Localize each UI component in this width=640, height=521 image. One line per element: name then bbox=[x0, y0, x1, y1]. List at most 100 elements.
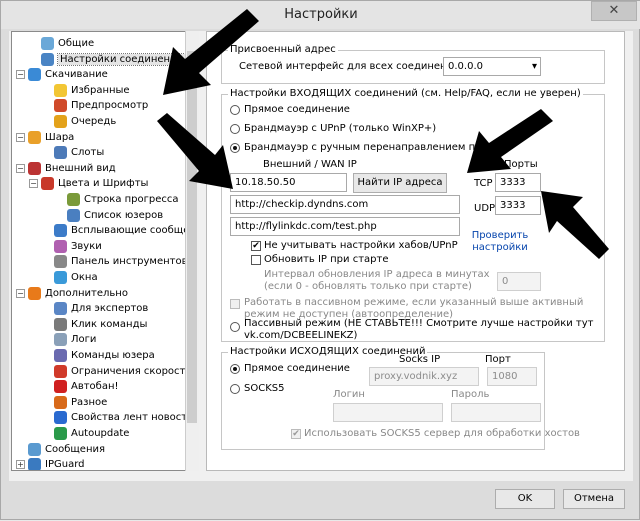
password-input[interactable] bbox=[451, 403, 541, 422]
tree-item-label: Для экспертов bbox=[71, 303, 149, 315]
tree-item-icon bbox=[54, 115, 67, 128]
tree-item[interactable]: Для экспертов bbox=[42, 301, 148, 316]
tree-item-icon bbox=[54, 333, 67, 347]
tree-item-label: Автобан! bbox=[71, 381, 119, 393]
tree-item-icon bbox=[41, 52, 54, 66]
socks-port-input[interactable]: 1080 bbox=[487, 367, 537, 386]
tree-item[interactable]: Разное bbox=[42, 395, 107, 410]
passive-mode-radio[interactable] bbox=[230, 322, 240, 332]
title-bar: Настройки ✕ bbox=[1, 1, 640, 29]
tree-item-label: Общие bbox=[58, 38, 95, 49]
tree-item[interactable]: − Цвета и Шрифты bbox=[29, 176, 148, 191]
tree-item-icon bbox=[28, 161, 41, 175]
tree-item-label: Окна bbox=[71, 272, 98, 283]
tree-item-icon bbox=[54, 239, 67, 253]
ok-button[interactable]: OK bbox=[495, 489, 555, 509]
tree-item-label: IPGuard bbox=[45, 459, 85, 471]
chevron-down-icon: ▾ bbox=[531, 61, 537, 72]
passive-mode-label-line1: Пассивный режим (НЕ СТАВЬТЕ!!! Смотрите … bbox=[244, 318, 594, 329]
manual-ports-radio[interactable] bbox=[230, 143, 240, 153]
tree-item[interactable]: Сообщения bbox=[16, 442, 105, 457]
tree-item[interactable]: Окна bbox=[42, 270, 98, 285]
tree-item-label: Очередь bbox=[71, 116, 117, 127]
tree-item-icon bbox=[54, 349, 67, 362]
tree-expander-icon[interactable]: − bbox=[16, 132, 25, 142]
tree-item[interactable]: Команды юзера bbox=[42, 348, 155, 363]
tree-item-icon bbox=[54, 255, 67, 269]
tree-item[interactable]: Всплывающие сообщен bbox=[42, 223, 196, 238]
tree-item[interactable]: Клик команды bbox=[42, 317, 147, 332]
tree-item-label: Панель инструментов bbox=[71, 256, 188, 268]
tree-item[interactable]: Предпросмотр bbox=[42, 98, 148, 113]
update-ip-label: Обновить IP при старте bbox=[264, 254, 389, 265]
tree-item[interactable]: Свойства лент новостей bbox=[42, 410, 197, 425]
tree-item-label: Клик команды bbox=[71, 318, 148, 330]
direct-incoming-label: Прямое соединение bbox=[244, 104, 350, 115]
tree-item[interactable]: Панель инструментов bbox=[42, 254, 188, 269]
tree-item[interactable]: − Дополнительно bbox=[16, 286, 128, 301]
passive-auto-checkbox[interactable] bbox=[230, 299, 240, 309]
tree-item[interactable]: − Скачивание bbox=[16, 67, 108, 82]
tree-item[interactable]: Логи bbox=[42, 332, 96, 347]
tree-expander-icon[interactable]: − bbox=[16, 163, 25, 173]
window-title: Настройки bbox=[284, 7, 358, 22]
direct-outgoing-radio[interactable] bbox=[230, 364, 240, 374]
interval-input[interactable]: 0 bbox=[497, 272, 541, 291]
tree-item[interactable]: Строка прогресса bbox=[55, 192, 179, 207]
direct-incoming-radio[interactable] bbox=[230, 105, 240, 115]
incoming-legend: Настройки ВХОДЯЩИХ соединений (см. Help/… bbox=[228, 88, 583, 99]
update-ip-checkbox[interactable] bbox=[251, 255, 261, 265]
upnp-radio[interactable] bbox=[230, 124, 240, 134]
tree-item-label: Команды юзера bbox=[71, 350, 155, 361]
tree-item[interactable]: Ограничения скорости bbox=[42, 364, 192, 379]
tree-item[interactable]: Настройки соединения bbox=[29, 52, 186, 67]
tree-item-label: Звуки bbox=[71, 240, 102, 252]
use-socks-checkbox[interactable]: ✔ bbox=[291, 429, 301, 439]
tree-scrollbar-thumb[interactable] bbox=[187, 51, 197, 423]
tree-item[interactable]: + IPGuard bbox=[16, 457, 85, 471]
tree-item[interactable]: Звуки bbox=[42, 239, 102, 254]
ignore-hub-checkbox[interactable]: ✔ bbox=[251, 241, 261, 251]
socks-ip-input[interactable]: proxy.vodnik.xyz bbox=[369, 367, 479, 386]
external-ip-input[interactable]: 10.18.50.50 bbox=[230, 173, 347, 192]
tree-expander-icon[interactable]: − bbox=[16, 70, 25, 80]
tree-item[interactable]: Очередь bbox=[42, 114, 116, 129]
tree-item-icon bbox=[54, 302, 67, 316]
tree-item-icon bbox=[67, 208, 80, 222]
ignore-hub-label: Не учитывать настройки хабов/UPnP bbox=[264, 240, 458, 251]
ip-check-url2-input[interactable]: http://flylinkdc.com/test.php bbox=[230, 217, 460, 236]
tree-item[interactable]: Общие bbox=[29, 36, 94, 51]
tree-item-icon bbox=[54, 395, 67, 409]
find-ip-button[interactable]: Найти IP адреса bbox=[353, 173, 447, 193]
tree-item[interactable]: − Внешний вид bbox=[16, 161, 116, 176]
check-settings-link[interactable]: Проверить настройки bbox=[469, 230, 531, 254]
close-button[interactable]: ✕ bbox=[591, 1, 637, 21]
udp-port-input[interactable]: 3333 bbox=[495, 196, 541, 215]
tree-item[interactable]: Autoupdate bbox=[42, 426, 129, 441]
tree-item[interactable]: Слоты bbox=[42, 145, 104, 160]
ip-check-url1-input[interactable]: http://checkip.dyndns.com bbox=[230, 195, 460, 214]
socks5-radio[interactable] bbox=[230, 384, 240, 394]
tree-item[interactable]: Автобан! bbox=[42, 379, 119, 394]
network-interface-select[interactable]: 0.0.0.0 ▾ bbox=[443, 57, 541, 76]
tree-item[interactable]: − Шара bbox=[16, 130, 74, 145]
tree-item-icon bbox=[54, 146, 67, 160]
tree-expander-icon[interactable]: + bbox=[16, 460, 25, 470]
login-label: Логин bbox=[333, 389, 365, 400]
tree-item-icon bbox=[28, 442, 41, 456]
tcp-port-input[interactable]: 3333 bbox=[495, 173, 541, 192]
tree-item[interactable]: Список юзеров bbox=[55, 208, 163, 223]
tree-item-label: Шара bbox=[45, 131, 75, 143]
cancel-button[interactable]: Отмена bbox=[563, 489, 625, 509]
tree-expander-icon[interactable]: − bbox=[29, 179, 38, 189]
tree-item-label: Дополнительно bbox=[45, 287, 128, 299]
tree-item-label: Избранные bbox=[71, 84, 130, 96]
tree-item-icon bbox=[28, 68, 41, 82]
tree-item-label: Всплывающие сообщен bbox=[71, 225, 196, 237]
tcp-label: TCP bbox=[474, 178, 493, 189]
login-input[interactable] bbox=[333, 403, 443, 422]
passive-auto-label-line1: Работать в пассивном режиме, если указан… bbox=[244, 297, 584, 308]
tree-item[interactable]: Избранные bbox=[42, 83, 130, 98]
tree-expander-icon[interactable]: − bbox=[16, 288, 25, 298]
socks-port-label: Порт bbox=[485, 354, 511, 365]
